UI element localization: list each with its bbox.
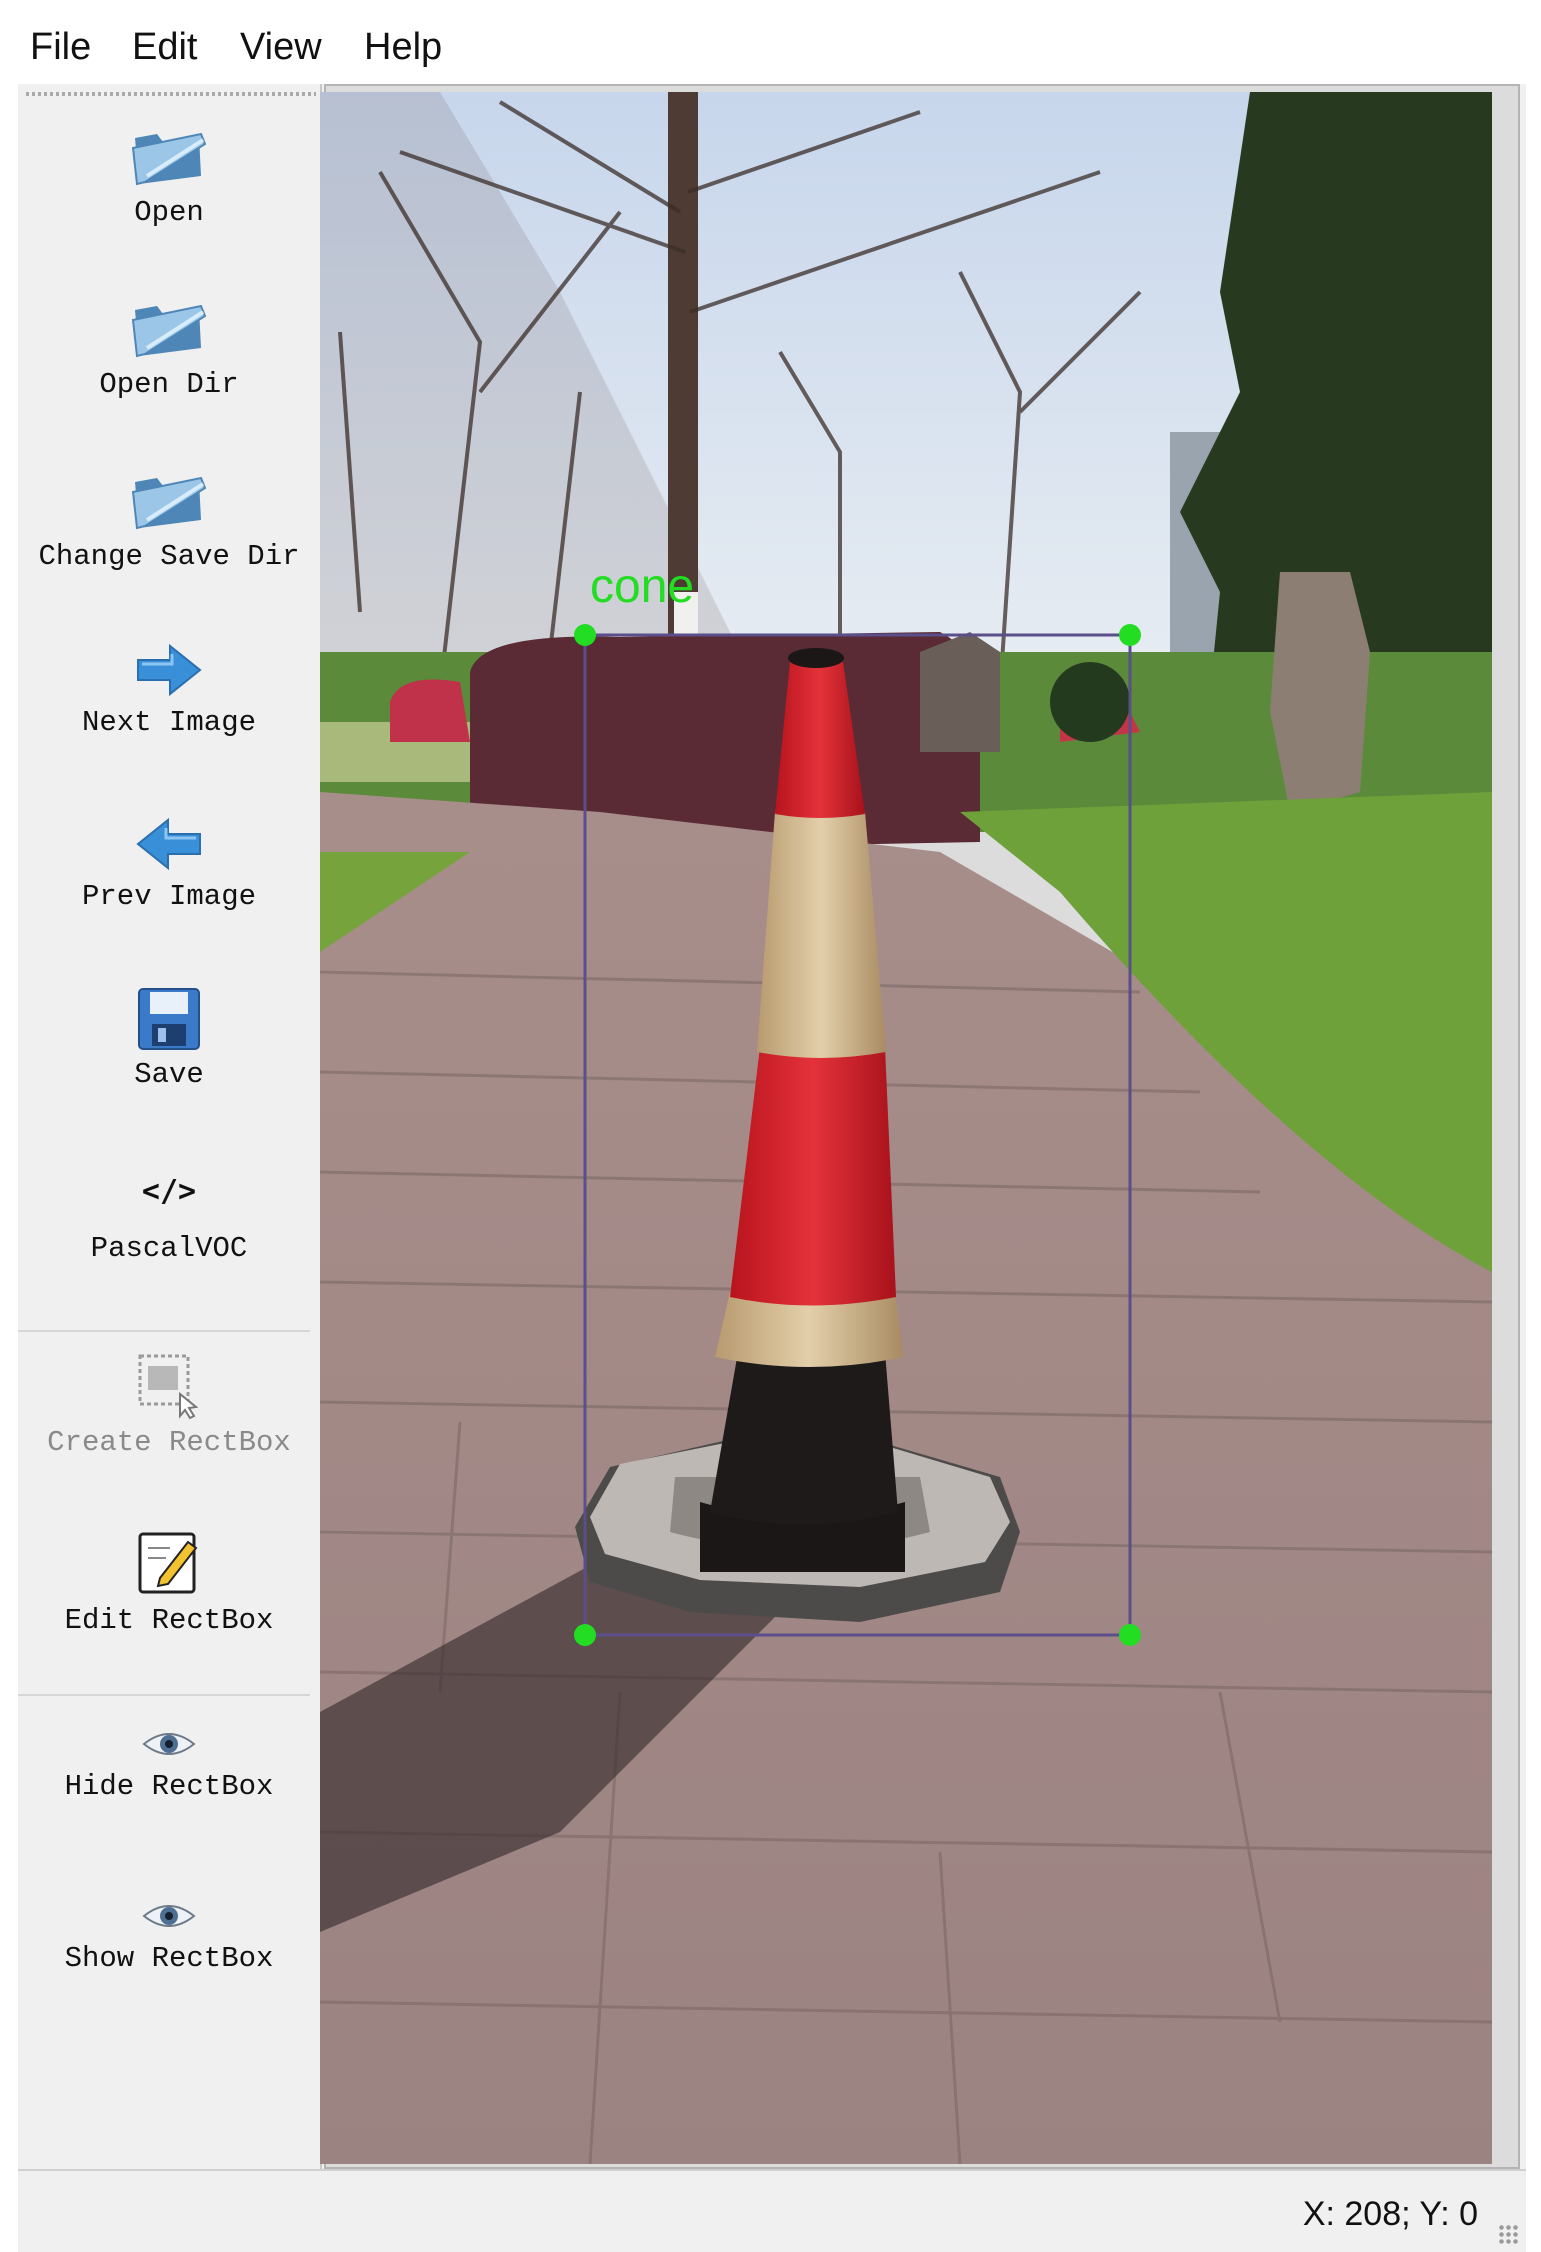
hide-rectbox-button[interactable]: Hide RectBox [18,1724,320,1803]
box-handle-top-right[interactable] [1119,624,1141,646]
create-rectbox-icon [138,1354,199,1420]
save-button[interactable]: Save [18,986,320,1091]
edit-pencil-icon [138,1532,198,1594]
show-rectbox-label: Show RectBox [64,1942,274,1975]
arrow-left-icon [136,817,201,871]
format-label: PascalVOC [90,1232,248,1265]
toolbar-grip[interactable] [26,92,316,96]
create-rectbox-button[interactable]: Create RectBox [18,1350,320,1459]
image-canvas[interactable]: cone [320,92,1492,2164]
box-handle-top-left[interactable] [574,624,596,646]
menu-file[interactable]: File [30,26,91,69]
folder-icon [131,304,207,358]
menu-edit[interactable]: Edit [132,26,197,69]
open-dir-label: Open Dir [99,368,239,401]
create-rectbox-label: Create RectBox [47,1426,291,1459]
menu-help[interactable]: Help [364,26,442,69]
folder-icon [131,132,207,186]
menu-bar: File Edit View Help [18,0,1526,84]
open-label: Open [134,196,204,229]
prev-image-label: Prev Image [81,880,257,913]
status-bar: X: 208; Y: 0 [18,2169,1526,2252]
cursor-coordinates: X: 208; Y: 0 [1302,2195,1478,2233]
show-rectbox-button[interactable]: Show RectBox [18,1896,320,1975]
box-handle-bottom-left[interactable] [574,1624,596,1646]
toolbar-separator [18,1330,310,1332]
next-image-button[interactable]: Next Image [18,640,320,739]
open-dir-button[interactable]: Open Dir [18,290,320,401]
next-image-label: Next Image [81,706,257,739]
toolbar-separator [18,1694,310,1696]
change-save-dir-button[interactable]: Change Save Dir [18,462,320,573]
left-toolbar: Open Open Dir Change Save Dir Next Image… [18,84,322,2169]
eye-icon [142,1733,196,1755]
box-handle-bottom-right[interactable] [1119,1624,1141,1646]
edit-rectbox-button[interactable]: Edit RectBox [18,1528,320,1637]
folder-icon [131,476,207,530]
change-save-dir-label: Change Save Dir [38,540,300,573]
format-toggle-button[interactable]: </> PascalVOC [18,1174,320,1265]
open-button[interactable]: Open [18,118,320,229]
edit-rectbox-label: Edit RectBox [64,1604,274,1637]
photo-background [320,92,1492,2164]
save-label: Save [134,1058,204,1091]
code-format-icon: </> [141,1174,197,1209]
eye-icon [142,1905,196,1927]
menu-view[interactable]: View [240,26,322,69]
resize-grip[interactable] [1498,2224,1520,2246]
arrow-right-icon [137,643,202,697]
prev-image-button[interactable]: Prev Image [18,814,320,913]
hide-rectbox-label: Hide RectBox [64,1770,274,1803]
save-disk-icon [138,988,200,1050]
annotation-label: cone [590,560,694,613]
